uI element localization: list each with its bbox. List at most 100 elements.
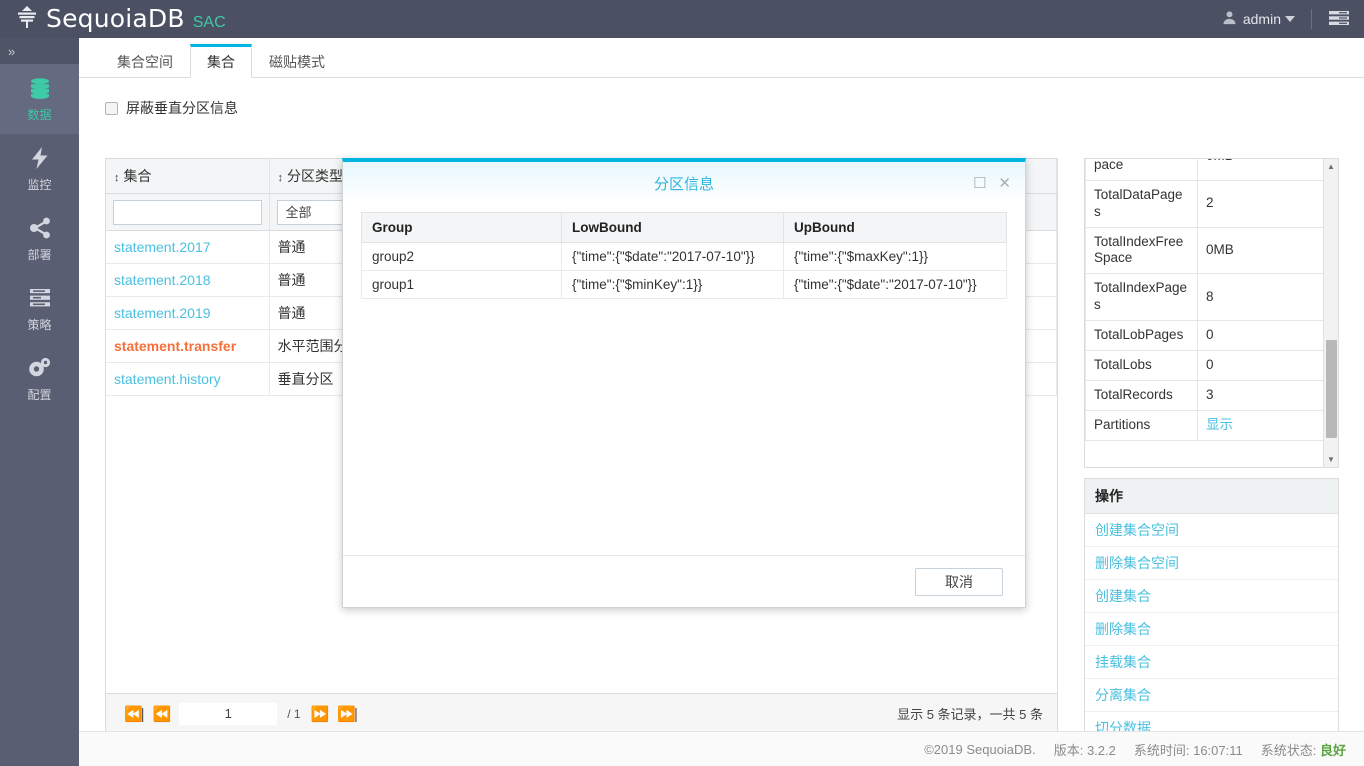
record-summary: 显示 5 条记录，一共 5 条 [897,707,1043,722]
collection-link[interactable]: statement.2017 [114,239,211,255]
detail-value: 0MB [1197,159,1325,181]
detail-value: 2 [1197,179,1325,228]
detail-row: TotalRecords 3 [1085,379,1325,411]
dialog-header[interactable]: 分区信息 ☐ ✕ [343,162,1025,204]
next-page-icon[interactable]: ⏩ [311,705,330,723]
chevron-down-icon[interactable] [1285,16,1295,22]
detail-panel-scrollbar[interactable]: ▲ ▼ [1323,159,1338,467]
collection-name-filter-input[interactable] [113,199,262,225]
tab-collection-space[interactable]: 集合空间 [100,44,190,78]
detail-key: Partitions [1085,409,1198,441]
detail-key: TotalIndexPages [1085,273,1198,321]
scrollbar-thumb[interactable] [1326,340,1337,438]
detail-row: TotalIndexFreeSpace 0MB [1085,226,1325,275]
top-header-bar: SequoiaDB SAC admin [0,0,1364,38]
detail-key: TotalLobs [1085,349,1198,381]
prev-page-icon[interactable]: ⏪ [153,705,172,723]
system-status-value: 良好 [1319,742,1346,758]
user-name[interactable]: admin [1243,11,1281,27]
op-delete-collection[interactable]: 删除集合 [1085,613,1338,646]
table-row: group1 {"time":{"$minKey":1}} {"time":{"… [361,270,1007,299]
cell-collection-name: statement.history [106,362,270,396]
minimize-icon[interactable]: ☐ [973,176,986,191]
tab-tile-mode[interactable]: 磁贴模式 [252,44,342,78]
detail-key: TotalDataFreeSpace [1085,159,1198,181]
dialog-title: 分区信息 [653,175,714,193]
detail-scroll-area: TotalDataFreeSpace 0MB TotalDataPages 2 … [1085,159,1325,441]
op-delete-collection-space[interactable]: 删除集合空间 [1085,547,1338,580]
detail-key: TotalIndexFreeSpace [1085,226,1198,275]
cell-group: group1 [361,270,562,299]
list-menu-icon[interactable] [1328,9,1350,30]
partition-column-upbound: UpBound [783,212,1007,243]
double-chevron-right-icon[interactable]: » [0,38,79,64]
page-number-input[interactable] [179,702,278,725]
detail-row: TotalLobs 0 [1085,349,1325,381]
detail-key: TotalLobPages [1085,320,1198,351]
detail-row: TotalDataFreeSpace 0MB [1085,159,1325,181]
pager-controls: ⏪| ⏪ / 1 ⏩ ⏩| [124,702,358,725]
operations-panel: 操作 创建集合空间 删除集合空间 创建集合 删除集合 挂载集合 分离集合 切分数… [1084,478,1339,766]
cell-group: group2 [361,242,562,271]
close-icon[interactable]: ✕ [998,176,1011,191]
detail-key: TotalRecords [1085,379,1198,411]
status-footer: ©2019 SequoiaDB. 版本: 3.2.2 系统时间: 16:07:1… [79,731,1364,766]
collection-link[interactable]: statement.history [114,371,221,387]
list-lines-icon [28,285,52,311]
op-create-collection-space[interactable]: 创建集合空间 [1085,514,1338,547]
tab-collection[interactable]: 集合 [190,44,252,78]
sidebar-item-label: 监控 [27,178,52,192]
sidebar-item-label: 配置 [27,388,52,402]
tree-icon [14,4,40,35]
partition-column-lowbound: LowBound [561,212,784,243]
user-icon [1222,10,1237,28]
column-header-collection[interactable]: ↕ 集合 [106,159,270,194]
collection-detail-panel: TotalDataFreeSpace 0MB TotalDataPages 2 … [1084,158,1339,468]
detail-value: 0 [1197,320,1325,351]
page-total-label: / 1 [287,706,301,721]
system-status-label: 系统状态: [1260,742,1317,758]
partition-header-row: Group LowBound UpBound [361,212,1007,243]
cell-upbound: {"time":{"$date":"2017-07-10"}} [783,270,1007,299]
collection-link[interactable]: statement.transfer [114,338,236,354]
cell-collection-name: statement.2019 [106,296,270,330]
op-create-collection[interactable]: 创建集合 [1085,580,1338,613]
hide-vertical-partition-checkbox[interactable] [105,101,118,115]
gears-icon [27,355,53,381]
detail-row: TotalDataPages 2 [1085,179,1325,228]
table-pager: ⏪| ⏪ / 1 ⏩ ⏩| 显示 5 条记录，一共 5 条 [106,693,1057,733]
vertical-partition-filter-row: 屏蔽垂直分区信息 [79,78,1364,132]
sidebar-item-policy[interactable]: 策略 [0,274,79,344]
dialog-window-controls: ☐ ✕ [973,162,1011,204]
detail-key: TotalDataPages [1085,179,1198,228]
last-page-icon[interactable]: ⏩| [337,705,358,723]
partition-table-body: group2 {"time":{"$date":"2017-07-10"}} {… [361,242,1007,299]
sidebar-item-data[interactable]: 数据 [0,64,79,134]
show-partitions-link[interactable]: 显示 [1206,417,1233,432]
brand-logo[interactable]: SequoiaDB SAC [0,4,226,35]
collection-link[interactable]: statement.2018 [114,272,211,288]
partition-info-dialog: 分区信息 ☐ ✕ Group LowBound UpBound group2 {… [342,158,1026,608]
triangle-up-icon[interactable]: ▲ [1324,159,1338,174]
user-menu-zone: admin [1222,9,1364,30]
sort-arrows-icon[interactable]: ↕ [278,172,284,184]
triangle-down-icon[interactable]: ▼ [1324,452,1338,467]
detail-row: Partitions 显示 [1085,409,1325,441]
first-page-icon[interactable]: ⏪| [124,705,145,723]
sidebar-item-config[interactable]: 配置 [0,344,79,414]
sidebar-item-deploy[interactable]: 部署 [0,204,79,274]
bolt-icon [29,145,51,171]
dialog-body: Group LowBound UpBound group2 {"time":{"… [343,204,1025,299]
cancel-button[interactable]: 取消 [915,567,1003,596]
op-attach-collection[interactable]: 挂载集合 [1085,646,1338,679]
system-time-text: 系统时间: 16:07:11 [1133,742,1243,758]
header-divider [1311,9,1312,29]
filter-cell-collection [106,193,270,231]
op-detach-collection[interactable]: 分离集合 [1085,679,1338,712]
sort-arrows-icon[interactable]: ↕ [114,172,120,184]
database-icon [28,75,52,101]
detail-row: TotalLobPages 0 [1085,320,1325,351]
share-nodes-icon [28,215,52,241]
sidebar-item-monitor[interactable]: 监控 [0,134,79,204]
collection-link[interactable]: statement.2019 [114,305,211,321]
